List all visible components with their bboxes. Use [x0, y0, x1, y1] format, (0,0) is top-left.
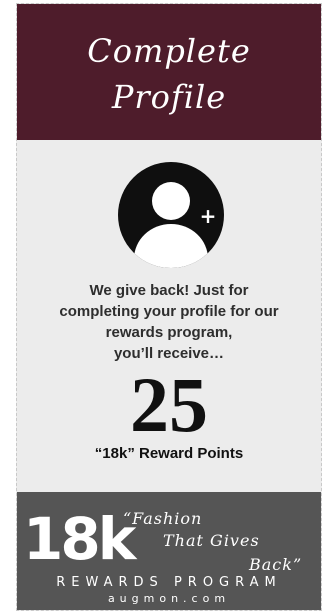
- tagline-line-2: That Gives: [163, 531, 260, 550]
- program-name: REWARDS PROGRAM: [56, 575, 282, 590]
- promo-line: rewards program,: [105, 324, 233, 341]
- brand-footer: 18k “Fashion That Gives Back” REWARDS PR…: [17, 492, 321, 610]
- avatar-body: [134, 224, 208, 268]
- promo-line: completing your profile for our: [59, 303, 279, 320]
- plus-icon: +: [199, 204, 217, 228]
- brand-logo: 18k: [23, 505, 136, 573]
- promo-line: We give back! Just for: [89, 282, 249, 299]
- header-banner: Complete Profile: [17, 4, 321, 140]
- site-url: augmon.com: [107, 592, 231, 605]
- tagline-line-1: “Fashion: [123, 509, 203, 528]
- title-line-1: Complete: [87, 32, 251, 70]
- avatar-head: [152, 182, 190, 220]
- reward-card: Complete Profile + We give back! Just fo…: [16, 3, 322, 611]
- add-user-icon[interactable]: +: [118, 162, 224, 268]
- title-line-2: Profile: [111, 78, 227, 116]
- promo-text: We give back! Just for completing your p…: [27, 280, 311, 364]
- reward-points-value: 25: [130, 361, 208, 448]
- page-title: Complete Profile: [17, 28, 321, 120]
- reward-points-label: “18k” Reward Points: [94, 445, 244, 462]
- tagline-line-3: Back”: [249, 555, 303, 574]
